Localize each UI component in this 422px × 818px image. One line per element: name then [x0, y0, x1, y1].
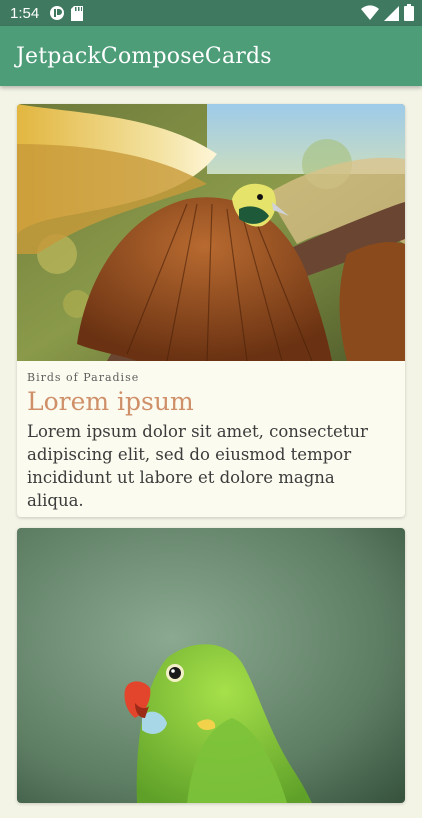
top-app-bar: JetpackComposeCards — [0, 26, 422, 86]
bird-of-paradise-image — [17, 104, 405, 361]
status-time: 1:54 — [10, 4, 40, 22]
card-birds-of-paradise[interactable]: Birds of Paradise Lorem ipsum Lorem ipsu… — [17, 104, 405, 517]
status-bar: 1:54 — [0, 0, 422, 26]
green-parrot-image — [17, 528, 405, 803]
battery-icon — [404, 4, 414, 21]
signal-icon — [384, 5, 399, 21]
media-icon — [50, 6, 65, 20]
app-title: JetpackComposeCards — [16, 43, 272, 69]
card-description: Lorem ipsum dolor sit amet, consectetur … — [27, 422, 368, 510]
card-green-parrot[interactable] — [17, 528, 405, 803]
card-title: Lorem ipsum — [27, 387, 194, 416]
sd-card-icon — [71, 5, 84, 21]
card-overline: Birds of Paradise — [27, 371, 140, 384]
wifi-icon — [361, 4, 379, 20]
